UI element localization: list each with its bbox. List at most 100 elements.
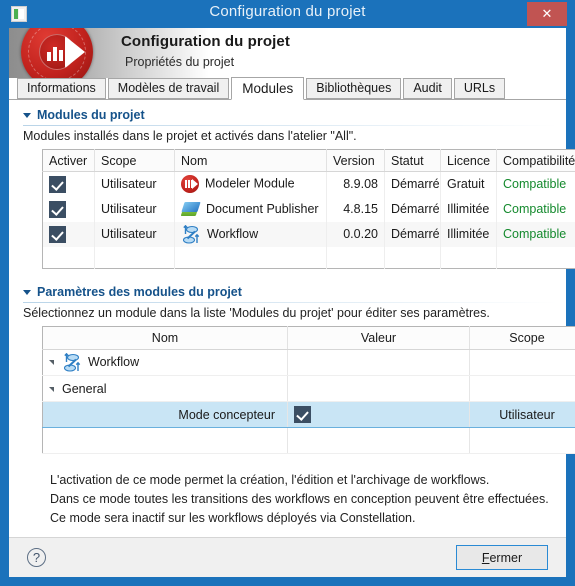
modules-section-description: Modules installés dans le projet et acti… [23,129,357,143]
cell-nom: Workflow [174,221,327,247]
cell-licence: Gratuit [440,171,497,197]
title-bar: Configuration du projet ✕ [0,0,575,28]
table-row[interactable]: Utilisateur Document Publisher 4.8.15 Dé… [42,196,575,222]
help-line-3: Ce mode sera inactif sur les workflows d… [50,511,416,525]
tab-modeles-de-travail[interactable]: Modèles de travail [107,78,230,99]
col-nom[interactable]: Nom [174,149,327,172]
cell-nom: Modeler Module [174,171,327,197]
dialog-footer: ? Fermer [9,537,566,577]
client-area: Configuration du projet Propriétés du pr… [9,28,575,577]
tab-modules[interactable]: Modules [231,77,305,100]
table-row[interactable]: Utilisateur Modeler Module 8.9.08 Démarr… [42,171,575,197]
module-name: Document Publisher [206,201,319,216]
modules-table: Activer Scope Nom Version Statut Licence… [42,149,575,269]
cell-nom: Mode concepteur [42,401,288,428]
cell-version: 4.8.15 [326,196,385,222]
col-version[interactable]: Version [326,149,385,172]
cell-scope [469,375,575,402]
col-compatibilite[interactable]: Compatibilité [496,149,575,172]
params-table: Nom Valeur Scope Workflow General Mode c… [42,326,575,454]
modeler-logo-icon [21,28,93,78]
table-header-row: Nom Valeur Scope [42,326,575,350]
tab-urls[interactable]: URLs [453,78,506,99]
dialog-window: Configuration du projet ✕ Configuration … [0,0,575,586]
col-scope[interactable]: Scope [94,149,175,172]
tab-audit[interactable]: Audit [403,78,452,99]
param-node-label: Mode concepteur [178,407,275,422]
collapse-triangle-icon[interactable] [23,289,31,295]
mode-concepteur-checkbox[interactable] [294,406,311,423]
cell-activer[interactable] [42,221,95,247]
table-row[interactable]: General [42,375,575,402]
cell-version: 0.0.20 [326,221,385,247]
col-activer[interactable]: Activer [42,149,95,172]
table-row[interactable]: Utilisateur Workflow 0.0.20 Démarré Illi… [42,221,575,247]
cell-scope: Utilisateur [469,401,575,428]
cell-valeur [287,375,470,402]
cell-valeur[interactable] [287,401,470,428]
cell-compatibilite: Compatible [496,196,575,222]
parameter-help-text: L'activation de ce mode permet la créati… [42,464,575,536]
activer-checkbox[interactable] [49,200,66,218]
cell-nom: General [42,375,288,402]
col-valeur[interactable]: Valeur [287,326,470,350]
col-nom[interactable]: Nom [42,326,288,350]
params-section-description: Sélectionnez un module dans la liste 'Mo… [23,306,490,320]
cell-statut: Démarré [384,171,441,197]
modules-section-header: Modules du projet [9,100,566,126]
cell-scope: Utilisateur [94,171,175,197]
window-title: Configuration du projet [209,3,366,20]
page-title: Configuration du projet [121,33,290,50]
modules-section-title: Modules du projet [37,108,145,122]
module-name: Workflow [207,226,259,241]
activer-checkbox[interactable] [49,175,66,193]
activer-checkbox[interactable] [49,225,66,243]
close-button[interactable]: Fermer [456,545,548,570]
expand-collapse-icon[interactable] [49,360,54,365]
modeler-module-icon [181,175,199,194]
workflow-icon [62,353,82,372]
cell-compatibilite: Compatible [496,171,575,197]
table-row-empty [42,427,575,454]
cell-licence: Illimitée [440,196,497,222]
cell-activer[interactable] [42,171,95,197]
cell-nom: Workflow [42,349,288,376]
cell-nom: Document Publisher [174,196,327,222]
param-node-label: General [62,381,107,396]
tab-informations[interactable]: Informations [17,78,106,99]
param-node-label: Workflow [88,354,140,369]
cell-scope: Utilisateur [94,196,175,222]
cell-statut: Démarré [384,196,441,222]
expand-collapse-icon[interactable] [49,386,54,392]
tab-bibliotheques[interactable]: Bibliothèques [306,78,402,99]
module-name: Modeler Module [205,176,295,191]
table-row-empty [42,246,575,269]
cell-scope: Utilisateur [94,221,175,247]
params-table-wrap: Nom Valeur Scope Workflow General Mode c… [9,326,575,454]
workflow-icon [181,224,201,244]
tab-content-modules: Modules du projet Modules installés dans… [9,100,575,537]
table-header-row: Activer Scope Nom Version Statut Licence… [42,149,575,172]
question-mark-icon[interactable]: ? [27,548,46,567]
help-line-2: Dans ce mode toutes les transitions des … [50,492,549,506]
table-row[interactable]: Mode concepteur Utilisateur [42,401,575,428]
cell-version: 8.9.08 [326,171,385,197]
col-statut[interactable]: Statut [384,149,441,172]
col-scope[interactable]: Scope [469,326,575,350]
page-subtitle: Propriétés du projet [125,55,235,69]
document-publisher-icon [180,201,201,218]
tab-bar: Informations Modèles de travail Modules … [9,77,566,100]
header-banner: Configuration du projet Propriétés du pr… [9,28,566,78]
cell-licence: Illimitée [440,221,497,247]
modules-table-wrap: Activer Scope Nom Version Statut Licence… [9,149,575,269]
cell-valeur [287,349,470,376]
collapse-triangle-icon[interactable] [23,112,31,118]
table-row[interactable]: Workflow [42,349,575,376]
cell-compatibilite: Compatible [496,221,575,247]
cell-activer[interactable] [42,196,95,222]
col-licence[interactable]: Licence [440,149,497,172]
params-section-title: Paramètres des modules du projet [37,285,242,299]
close-icon[interactable]: ✕ [527,2,567,26]
cell-scope [469,349,575,376]
params-section-header: Paramètres des modules du projet [9,277,566,303]
